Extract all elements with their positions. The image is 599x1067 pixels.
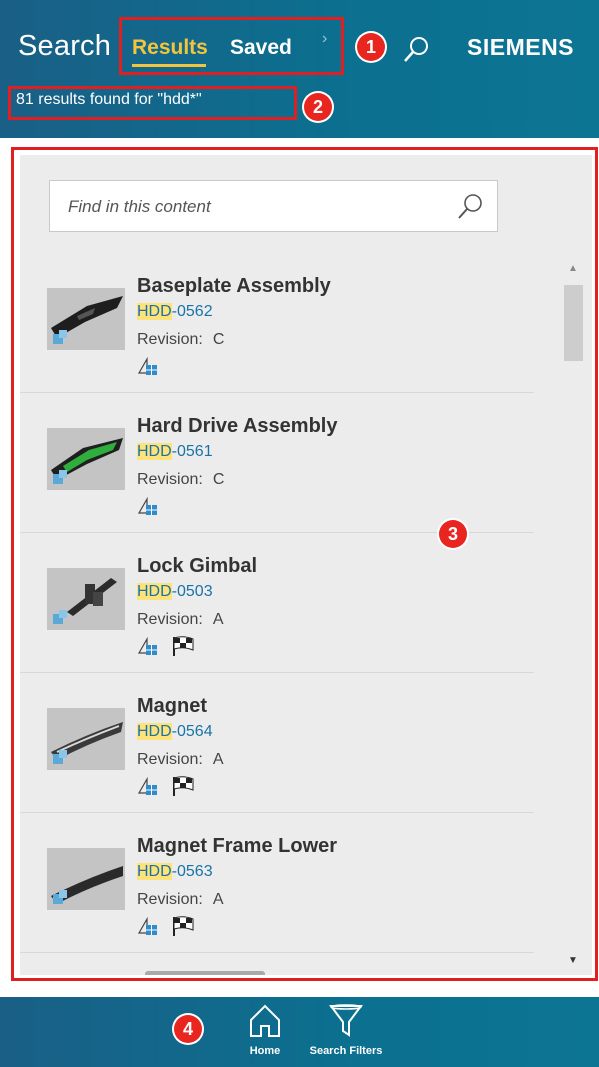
tab-results[interactable]: Results (132, 36, 208, 60)
tab-saved[interactable]: Saved (230, 36, 292, 60)
nav-home[interactable]: Home (240, 1002, 290, 1057)
nav-home-label: Home (249, 1045, 281, 1057)
annotation-badge-2: 2 (304, 93, 332, 121)
bottom-nav-bar: 4 Home Search Filters (0, 997, 599, 1067)
active-tab-indicator (132, 64, 206, 67)
annotation-box-content (11, 147, 598, 981)
page-title: Search (18, 30, 112, 62)
annotation-badge-4: 4 (174, 1015, 202, 1043)
home-icon (250, 1004, 280, 1037)
chevron-right-icon[interactable]: › (322, 30, 327, 48)
brand-logo: SIEMENS (467, 34, 575, 60)
annotation-badge-3: 3 (439, 520, 467, 548)
nav-search-filters-label: Search Filters (309, 1045, 383, 1057)
filter-icon (329, 1004, 363, 1037)
search-icon[interactable] (400, 34, 432, 66)
nav-search-filters[interactable]: Search Filters (303, 1002, 389, 1057)
app-header: Search Results Saved › 1 SIEMENS 81 resu… (0, 0, 599, 138)
annotation-badge-1: 1 (357, 33, 385, 61)
result-count: 81 results found for "hdd*" (16, 91, 202, 108)
